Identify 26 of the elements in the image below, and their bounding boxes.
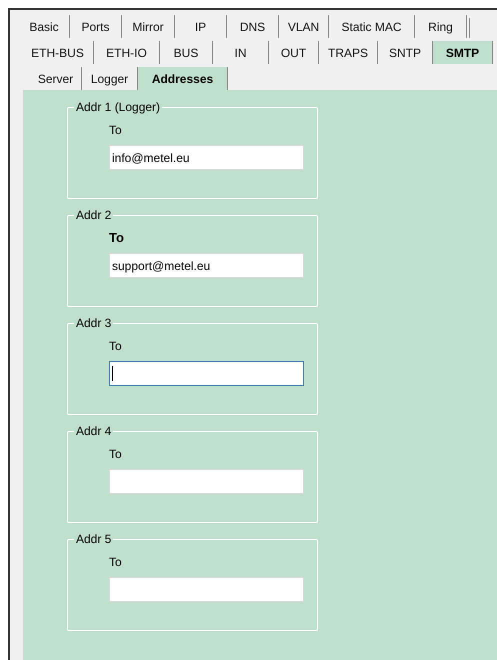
field-label: To: [109, 230, 124, 245]
tab[interactable]: SMTP: [433, 41, 493, 64]
email-field[interactable]: [109, 361, 304, 386]
tab[interactable]: ETH-BUS: [22, 41, 94, 64]
tab[interactable]: IN: [213, 41, 269, 64]
tab[interactable]: Mirror: [122, 15, 175, 38]
field-label: To: [109, 123, 122, 137]
tab[interactable]: VLAN: [279, 15, 329, 38]
email-field[interactable]: info@metel.eu: [109, 145, 304, 170]
text-caret: [112, 366, 113, 381]
tab[interactable]: ETH-IO: [94, 41, 160, 64]
tab[interactable]: Static MAC: [329, 15, 415, 38]
tab[interactable]: DNS: [227, 15, 279, 38]
tab[interactable]: BUS: [160, 41, 213, 64]
tab[interactable]: Basic: [19, 15, 70, 38]
group-title: Addr 1 (Logger): [74, 99, 162, 115]
tab[interactable]: Ring: [415, 15, 467, 38]
field-label: To: [109, 555, 122, 569]
field-label: To: [109, 447, 122, 461]
tab[interactable]: TRAPS: [319, 41, 378, 64]
tab[interactable]: Ports: [70, 15, 122, 38]
field-label: To: [109, 339, 122, 353]
tab[interactable]: OUT: [269, 41, 319, 64]
tab[interactable]: IP: [175, 15, 227, 38]
email-field[interactable]: support@metel.eu: [109, 253, 304, 278]
tab[interactable]: Addresses: [138, 67, 228, 90]
